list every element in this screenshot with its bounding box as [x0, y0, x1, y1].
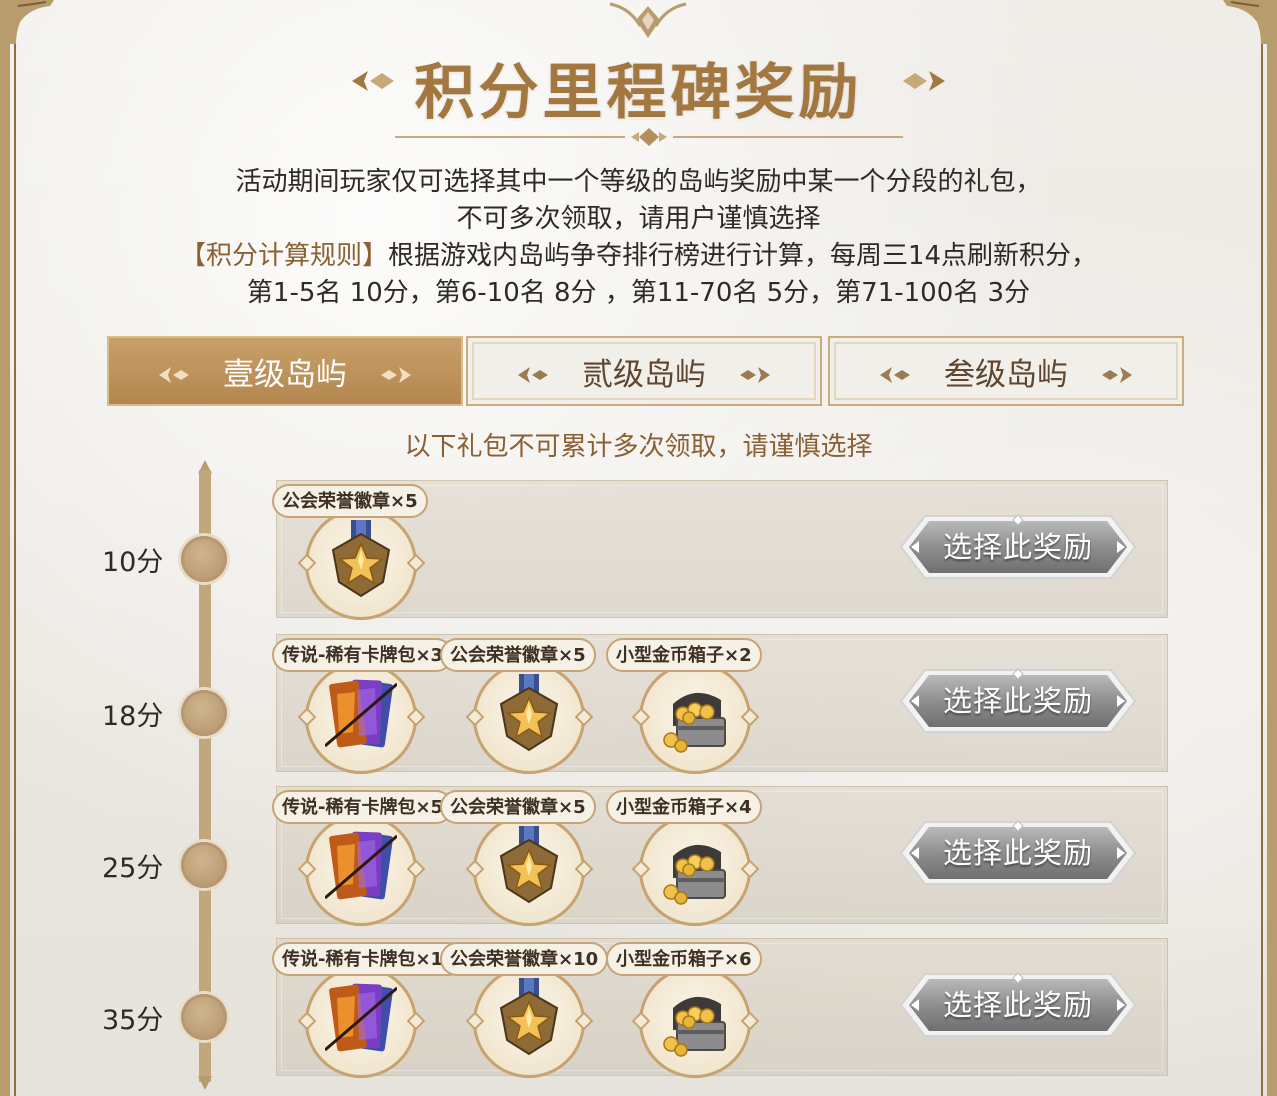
arrow-right-icon	[736, 359, 772, 383]
reward-item: 传说-稀有卡牌包×5	[272, 790, 454, 930]
reward-item-label: 传说-稀有卡牌包×5	[272, 790, 454, 824]
reward-item-label: 公会荣誉徽章×10	[440, 942, 609, 976]
tier-score-label: 10分	[102, 547, 164, 578]
description-line: 活动期间玩家仅可选择其中一个等级的岛屿奖励中某一个分段的礼包，	[235, 167, 1042, 197]
description-line: 第1-5名 10分，第6-10名 8分 ，第11-70名 5分，第71-100名…	[246, 278, 1031, 308]
reward-item: 公会荣誉徽章×5	[440, 638, 608, 778]
diamond-ornament-icon	[631, 1011, 651, 1031]
timeline-node	[181, 690, 227, 736]
card-pack-icon	[324, 978, 398, 1058]
diamond-ornament-icon	[297, 707, 317, 727]
select-reward-button[interactable]: 选择此奖励	[899, 668, 1137, 734]
select-reward-button-label: 选择此奖励	[942, 530, 1093, 564]
arrow-right-icon	[377, 359, 413, 383]
arrow-left-icon	[878, 359, 914, 383]
diamond-ornament-icon	[574, 707, 594, 727]
diamond-ornament-icon	[406, 1011, 426, 1031]
medal-icon	[325, 520, 397, 600]
description-rule-line: 【积分计算规则】根据游戏内岛屿争夺排行榜进行计算，每周三14点刷新积分，	[10, 238, 1267, 275]
select-reward-button[interactable]: 选择此奖励	[899, 820, 1137, 886]
reward-item: 公会荣誉徽章×5	[272, 484, 440, 624]
reward-item-label: 小型金币箱子×4	[606, 790, 762, 824]
reward-item: 传说-稀有卡牌包×10	[272, 942, 466, 1082]
reward-item-label: 小型金币箱子×2	[606, 638, 762, 672]
timeline-node	[181, 536, 227, 582]
rules-description: 活动期间玩家仅可选择其中一个等级的岛屿奖励中某一个分段的礼包， 不可多次领取，请…	[10, 164, 1267, 312]
reward-item: 公会荣誉徽章×10	[440, 942, 609, 1082]
diamond-ornament-icon	[631, 859, 651, 879]
reward-item: 公会荣誉徽章×5	[440, 790, 608, 930]
description-line: 不可多次领取，请用户谨慎选择	[456, 204, 821, 234]
timeline-node	[181, 842, 227, 888]
reward-item-label: 公会荣誉徽章×5	[272, 484, 428, 518]
reward-item-label: 公会荣誉徽章×5	[440, 638, 596, 672]
tab-level-2[interactable]: 贰级岛屿	[466, 336, 822, 406]
notice-text: 以下礼包不可累计多次领取，请谨慎选择	[404, 432, 873, 462]
reward-item-label: 公会荣誉徽章×5	[440, 790, 596, 824]
reward-item-label: 传说-稀有卡牌包×3	[272, 638, 454, 672]
timeline-node	[181, 994, 227, 1040]
reward-item: 小型金币箱子×6	[606, 942, 774, 1082]
tab-level-1[interactable]: 壹级岛屿	[107, 336, 463, 406]
tier-score-label: 25分	[102, 853, 164, 884]
timeline-cap-icon	[198, 1076, 212, 1090]
tab-label: 贰级岛屿	[582, 356, 706, 393]
diamond-ornament-icon	[631, 707, 651, 727]
medal-icon	[493, 978, 565, 1058]
title-divider	[395, 128, 903, 146]
title-right-ornament-icon	[903, 71, 945, 91]
medal-icon	[493, 826, 565, 906]
title-area: 积分里程碑奖励	[10, 40, 1267, 146]
reward-item: 小型金币箱子×4	[606, 790, 774, 930]
reward-item: 传说-稀有卡牌包×3	[272, 638, 454, 778]
tab-label: 叁级岛屿	[944, 356, 1068, 393]
corner-ornament-icon	[10, 0, 54, 44]
card-pack-icon	[324, 674, 398, 754]
tier-score-label: 35分	[102, 1005, 164, 1036]
crest-ornament-icon	[609, 2, 687, 38]
island-level-tabs: 壹级岛屿 贰级岛屿 叁级岛屿	[107, 336, 1189, 408]
tab-label: 壹级岛屿	[223, 356, 347, 393]
diamond-ornament-icon	[740, 1011, 760, 1031]
reward-item: 小型金币箱子×2	[606, 638, 774, 778]
coin-chest-icon	[659, 674, 731, 754]
corner-ornament-icon	[1223, 0, 1267, 44]
coin-chest-icon	[659, 826, 731, 906]
select-reward-button-label: 选择此奖励	[942, 988, 1093, 1022]
diamond-ornament-icon	[740, 859, 760, 879]
tier-score-label: 18分	[102, 701, 164, 732]
reward-item-label: 传说-稀有卡牌包×10	[272, 942, 466, 976]
page-frame: 积分里程碑奖励 活动期间玩家仅可选择其中一个等级的岛屿奖励中某一个分段的礼包， …	[0, 0, 1277, 1096]
diamond-ornament-icon	[465, 1011, 485, 1031]
diamond-ornament-icon	[406, 553, 426, 573]
card-pack-icon	[324, 826, 398, 906]
diamond-ornament-icon	[574, 1011, 594, 1031]
arrow-left-icon	[157, 359, 193, 383]
arrow-left-icon	[516, 359, 552, 383]
diamond-ornament-icon	[297, 553, 317, 573]
medal-icon	[493, 674, 565, 754]
select-reward-button-label: 选择此奖励	[942, 684, 1093, 718]
arrow-right-icon	[1098, 359, 1134, 383]
diamond-ornament-icon	[406, 707, 426, 727]
rule-text: 根据游戏内岛屿争夺排行榜进行计算，每周三14点刷新积分，	[387, 241, 1098, 271]
diamond-ornament-icon	[465, 859, 485, 879]
page-title: 积分里程碑奖励	[414, 58, 863, 128]
diamond-ornament-icon	[574, 859, 594, 879]
coin-chest-icon	[659, 978, 731, 1058]
diamond-ornament-icon	[465, 707, 485, 727]
diamond-ornament-icon	[297, 859, 317, 879]
diamond-ornament-icon	[740, 707, 760, 727]
select-reward-button[interactable]: 选择此奖励	[899, 514, 1137, 580]
diamond-ornament-icon	[406, 859, 426, 879]
diamond-ornament-icon	[297, 1011, 317, 1031]
rule-tag: 【积分计算规则】	[179, 241, 388, 271]
tab-level-3[interactable]: 叁级岛屿	[828, 336, 1184, 406]
select-reward-button[interactable]: 选择此奖励	[899, 972, 1137, 1038]
select-reward-button-label: 选择此奖励	[942, 836, 1093, 870]
reward-item-label: 小型金币箱子×6	[606, 942, 762, 976]
